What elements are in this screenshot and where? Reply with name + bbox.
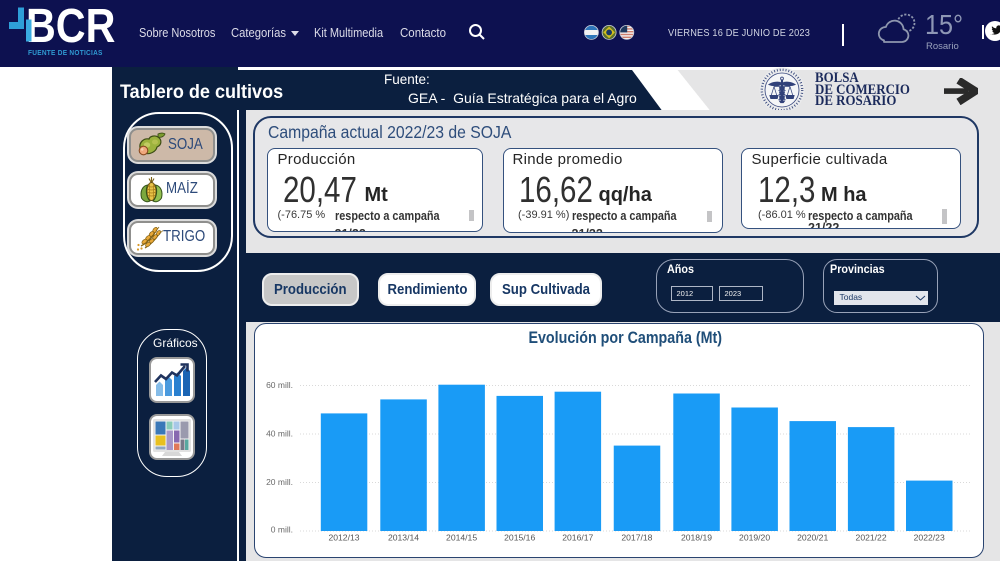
svg-text:20 mill.: 20 mill. <box>266 477 293 487</box>
svg-text:2017/18: 2017/18 <box>621 533 652 543</box>
svg-text:2019/20: 2019/20 <box>739 533 770 543</box>
svg-text:2022/23: 2022/23 <box>914 533 945 543</box>
svg-text:60 mill.: 60 mill. <box>266 380 293 390</box>
svg-text:2015/16: 2015/16 <box>504 533 535 543</box>
svg-text:2018/19: 2018/19 <box>681 533 712 543</box>
svg-text:2013/14: 2013/14 <box>388 533 419 543</box>
svg-text:2021/22: 2021/22 <box>856 533 887 543</box>
svg-text:2016/17: 2016/17 <box>562 533 593 543</box>
svg-text:40 mill.: 40 mill. <box>266 429 293 439</box>
svg-text:2012/13: 2012/13 <box>328 533 359 543</box>
svg-text:2014/15: 2014/15 <box>446 533 477 543</box>
svg-text:2020/21: 2020/21 <box>797 533 828 543</box>
svg-text:0 mill.: 0 mill. <box>271 525 293 535</box>
